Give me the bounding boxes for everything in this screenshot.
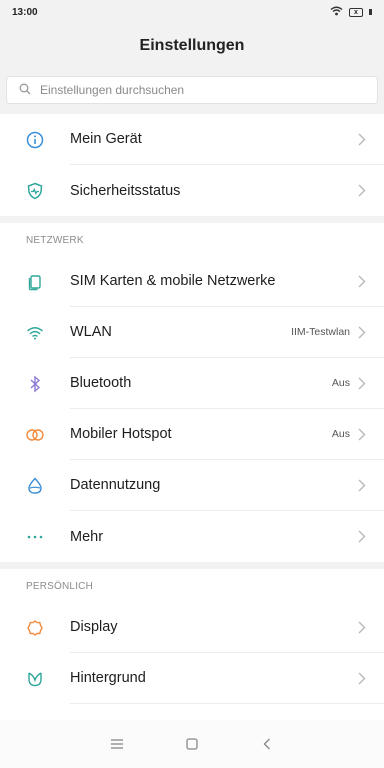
settings-item-sim-karten[interactable]: SIM Karten & mobile Netzwerke	[0, 256, 384, 307]
data-usage-icon	[0, 460, 70, 511]
settings-item-label: Hintergrund	[70, 670, 146, 686]
section-header-netzwerk: NETZWERK	[0, 223, 384, 257]
wifi-status-icon	[330, 6, 343, 19]
settings-item-label: Mobiler Hotspot	[70, 426, 172, 442]
battery-tip-icon	[369, 7, 372, 18]
settings-item-label: Datennutzung	[70, 477, 161, 493]
chevron-right-icon	[358, 671, 368, 685]
section-header-persoenlich: PERSÖNLICH	[0, 569, 384, 603]
chevron-right-icon	[358, 427, 368, 441]
status-bar: 13:00 x	[0, 0, 384, 24]
settings-item-hintergrund[interactable]: Hintergrund	[0, 653, 384, 704]
chevron-right-icon	[358, 274, 368, 288]
search-container: Einstellungen durchsuchen	[0, 68, 384, 112]
settings-item-label: SIM Karten & mobile Netzwerke	[70, 273, 276, 289]
settings-item-sicherheitsstatus[interactable]: Sicherheitsstatus	[0, 165, 384, 216]
settings-item-label: WLAN	[70, 324, 112, 340]
settings-item-label: Sicherheitsstatus	[70, 182, 181, 199]
wallpaper-icon	[0, 653, 70, 704]
settings-item-mobiler-hotspot[interactable]: Mobiler Hotspot Aus	[0, 409, 384, 460]
settings-item-datennutzung[interactable]: Datennutzung	[0, 460, 384, 511]
home-icon[interactable]	[172, 724, 212, 764]
page-title: Einstellungen	[0, 24, 384, 68]
status-time: 13:00	[12, 6, 38, 18]
settings-item-label: Bluetooth	[70, 375, 132, 391]
personal-settings-group: Display Hintergrund	[0, 602, 384, 721]
settings-item-mein-geraet[interactable]: Mein Gerät	[0, 114, 384, 165]
settings-item-label: Mein Gerät	[70, 131, 142, 147]
settings-item-display[interactable]: Display	[0, 602, 384, 653]
more-icon	[0, 511, 70, 562]
settings-item-partial	[0, 704, 384, 721]
network-settings-group: SIM Karten & mobile Netzwerke WLAN IIM-T…	[0, 256, 384, 562]
menu-icon[interactable]	[97, 724, 137, 764]
settings-item-bluetooth[interactable]: Bluetooth Aus	[0, 358, 384, 409]
chevron-right-icon	[358, 132, 368, 146]
search-icon	[19, 83, 40, 98]
sim-card-icon	[0, 256, 70, 307]
search-input[interactable]: Einstellungen durchsuchen	[6, 76, 378, 104]
chevron-right-icon	[358, 620, 368, 634]
settings-item-label: Display	[70, 619, 118, 635]
battery-icon: x	[349, 7, 363, 17]
chevron-right-icon	[358, 478, 368, 492]
bluetooth-icon	[0, 358, 70, 409]
search-placeholder: Einstellungen durchsuchen	[40, 83, 185, 97]
settings-item-mehr[interactable]: Mehr	[0, 511, 384, 562]
system-navigation-bar	[0, 720, 384, 768]
back-icon[interactable]	[247, 724, 287, 764]
wifi-icon	[0, 307, 70, 358]
shield-icon	[0, 165, 70, 216]
chevron-right-icon	[358, 325, 368, 339]
chevron-right-icon	[358, 376, 368, 390]
chevron-right-icon	[358, 530, 368, 544]
settings-item-wlan[interactable]: WLAN IIM-Testwlan	[0, 307, 384, 358]
hotspot-value: Aus	[331, 428, 350, 440]
display-icon	[0, 602, 70, 653]
bluetooth-value: Aus	[331, 377, 350, 389]
info-icon	[0, 114, 70, 165]
top-settings-group: Mein Gerät Sicherheitsstatus	[0, 114, 384, 216]
status-icons: x	[330, 6, 372, 19]
chevron-right-icon	[358, 184, 368, 198]
settings-item-label: Mehr	[70, 528, 104, 545]
hotspot-icon	[0, 409, 70, 460]
wlan-value: IIM-Testwlan	[291, 326, 350, 338]
